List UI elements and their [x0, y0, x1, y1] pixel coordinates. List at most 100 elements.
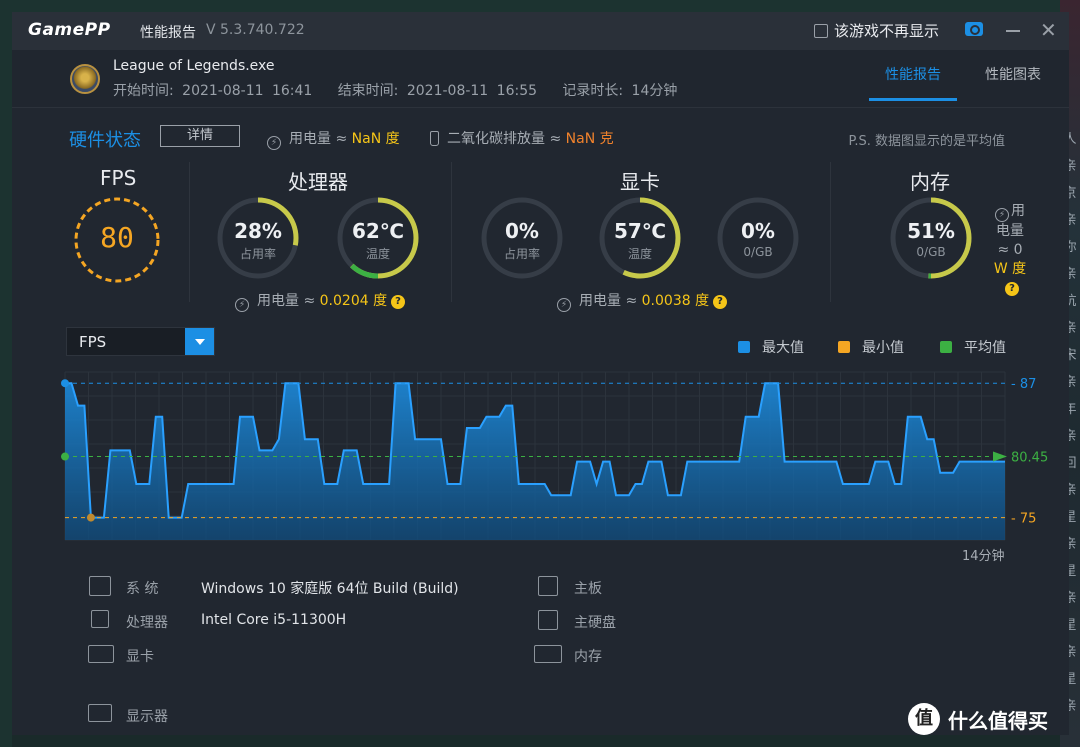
min-marker — [86, 513, 95, 522]
legend-max: 最大值 — [738, 337, 804, 357]
minimize-icon[interactable] — [1006, 30, 1020, 32]
gpu-vram-label: 0/GB — [743, 245, 773, 259]
memory-usage-label: 0/GB — [916, 245, 946, 259]
cpu-info-label: 处理器 — [126, 615, 168, 631]
cpu-usage-value: 28% — [234, 219, 282, 243]
no-display-checkbox[interactable] — [814, 23, 828, 38]
watermark: 值 什么值得买 — [908, 703, 1048, 735]
legend-avg-swatch — [940, 341, 952, 353]
hardware-status-title: 硬件状态 — [69, 130, 141, 151]
power-icon: ⚡ — [235, 298, 249, 312]
legend-max-label: 最大值 — [762, 340, 804, 356]
memory-power-text1: 用 — [1011, 203, 1025, 219]
cpu-usage-gauge: 28% 占用率 — [215, 195, 301, 281]
memory-stick-icon — [534, 645, 562, 663]
memory-power-line2: 电量 — [996, 223, 1024, 239]
memory-power: ⚡ 用 电量 ≈ 0 W 度 ? — [990, 202, 1030, 298]
game-name: League of Legends.exe — [113, 58, 275, 74]
gpu-usage-value: 0% — [505, 219, 539, 243]
memory-power-text3: ≈ 0 — [997, 242, 1023, 258]
detail-button[interactable]: 详情 — [160, 125, 240, 147]
help-icon[interactable]: ? — [713, 295, 728, 309]
fps-gauge: 80 — [72, 195, 162, 285]
cpu-temp-gauge: 62℃ 温度 — [335, 195, 421, 281]
power-icon: ⚡ — [267, 136, 281, 150]
co2-emission: 二氧化碳排放量 ≈ NaN 克 — [430, 128, 614, 148]
gpu-temp-label: 温度 — [627, 247, 652, 261]
memory-help: ? — [990, 279, 1030, 298]
title-bar[interactable]: GamePP 性能报告 V 5.3.740.722 该游戏不再显示 ✕ — [12, 12, 1069, 50]
legend-min-label: 最小值 — [862, 340, 904, 356]
legend-min: 最小值 — [838, 337, 904, 357]
co2-label: 二氧化碳排放量 ≈ — [447, 131, 562, 147]
disk-info-label: 主硬盘 — [574, 615, 616, 631]
end-time: 结束时间: 2021-08-11 16:55 — [337, 83, 538, 99]
chart-metric-select[interactable]: FPS — [66, 327, 215, 356]
cpu-temp-label: 温度 — [365, 247, 390, 261]
cpu-power-label: 用电量 ≈ — [257, 293, 316, 309]
memory-power-line4: W 度 — [993, 261, 1027, 277]
total-power-label: 用电量 ≈ — [289, 131, 348, 147]
help-icon[interactable]: ? — [1005, 282, 1019, 296]
cpu-power: ⚡ 用电量 ≈ 0.0204 度? — [235, 290, 406, 312]
total-power: ⚡ 用电量 ≈ NaN 度 — [267, 128, 400, 150]
record-duration: 记录时长: 14分钟 — [562, 83, 678, 99]
hard-disk-icon — [538, 610, 558, 630]
gpu-usage-gauge: 0% 占用率 — [479, 195, 565, 281]
divider — [189, 162, 190, 302]
desktop-background-top — [0, 0, 1080, 12]
cpu-power-value: 0.0204 度 — [319, 293, 388, 309]
help-icon[interactable]: ? — [391, 295, 406, 309]
cpu-chip-icon — [91, 610, 109, 628]
gpu-usage-label: 占用率 — [503, 247, 540, 261]
gpu-vram-value: 0% — [741, 219, 775, 243]
camera-icon[interactable] — [965, 22, 983, 36]
co2-bottle-icon — [430, 131, 439, 146]
gpu-temp-gauge: 57℃ 温度 — [597, 195, 683, 281]
desktop-background-left — [0, 0, 12, 747]
memory-usage-value: 51% — [907, 219, 955, 243]
memory-usage-gauge: 51% 0/GB — [888, 195, 974, 281]
gauges-panel: FPS 80 处理器 28% 占用率 62℃ 温度 ⚡ 用电量 ≈ 0.0204 … — [12, 162, 1069, 312]
legend-max-swatch — [738, 341, 750, 353]
legend-min-swatch — [838, 341, 850, 353]
divider — [830, 162, 831, 302]
gpu-title: 显卡 — [620, 170, 660, 194]
cpu-info-value: Intel Core i5-11300H — [201, 612, 347, 628]
game-info-row: League of Legends.exe 开始时间: 2021-08-11 1… — [12, 50, 1069, 108]
windows-icon — [89, 576, 111, 596]
gpu-power-label: 用电量 ≈ — [579, 293, 638, 309]
fps-title: FPS — [100, 166, 137, 190]
no-display-toggle[interactable]: 该游戏不再显示 — [814, 20, 939, 41]
ram-info-label: 内存 — [574, 649, 602, 665]
close-icon[interactable]: ✕ — [1040, 18, 1057, 42]
start-time: 开始时间: 2021-08-11 16:41 — [113, 83, 313, 99]
tab-performance-chart[interactable]: 性能图表 — [985, 64, 1041, 101]
monitor-info-label: 显示器 — [126, 709, 168, 725]
memory-power-line3: ≈ 0 — [990, 241, 1030, 260]
chart-metric-value: FPS — [79, 333, 107, 351]
hardware-status-header: 硬件状态 详情 ⚡ 用电量 ≈ NaN 度 二氧化碳排放量 ≈ NaN 克 P.S… — [12, 122, 1069, 152]
gamepp-window: GamePP 性能报告 V 5.3.740.722 该游戏不再显示 ✕ Leag… — [12, 12, 1069, 735]
legend-avg-label: 平均值 — [964, 340, 1006, 356]
gpu-info-label: 显卡 — [126, 649, 154, 665]
gamepp-logo: GamePP — [28, 20, 111, 40]
memory-power-line1: ⚡ 用 — [990, 202, 1030, 222]
os-label: 系 统 — [126, 581, 159, 597]
version-label: V 5.3.740.722 — [206, 22, 305, 38]
tab-performance-report[interactable]: 性能报告 — [869, 64, 957, 101]
graphics-card-icon — [88, 645, 114, 663]
watermark-logo-icon: 值 — [908, 703, 940, 735]
divider — [451, 162, 452, 302]
motherboard-info-label: 主板 — [574, 581, 602, 597]
motherboard-icon — [538, 576, 558, 596]
avg-reference-label: 80.45 — [1011, 451, 1048, 466]
gpu-vram-gauge: 0% 0/GB — [715, 195, 801, 281]
min-reference-label: - 75 — [1011, 512, 1036, 527]
chevron-down-icon[interactable] — [185, 328, 214, 355]
os-value: Windows 10 家庭版 64位 Build (Build) — [201, 581, 459, 597]
gpu-temp-value: 57℃ — [613, 219, 667, 243]
league-of-legends-icon — [70, 64, 100, 94]
max-reference-label: - 87 — [1011, 377, 1036, 392]
gpu-power: ⚡ 用电量 ≈ 0.0038 度? — [557, 290, 728, 312]
